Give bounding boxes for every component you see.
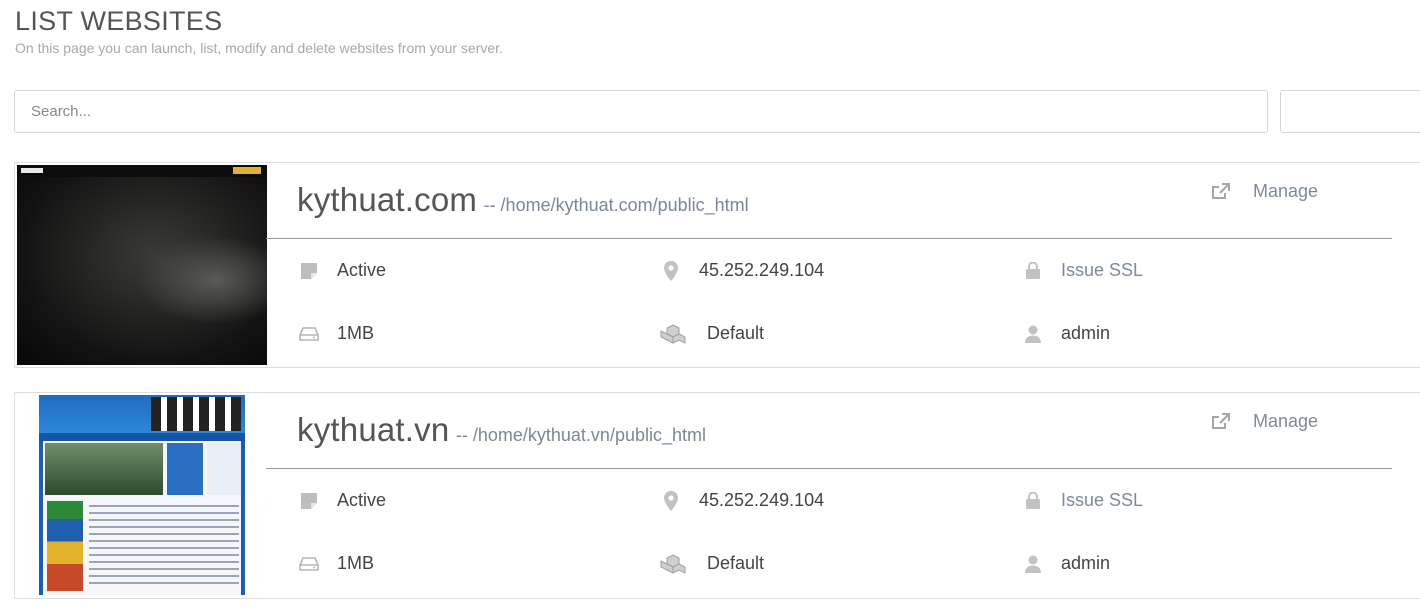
sticky-note-icon bbox=[295, 262, 323, 280]
website-title: kythuat.com -- /home/kythuat.com/public_… bbox=[297, 181, 749, 219]
website-card: kythuat.com -- /home/kythuat.com/public_… bbox=[14, 162, 1420, 368]
manage-label: Manage bbox=[1253, 181, 1319, 201]
map-marker-icon bbox=[657, 490, 685, 511]
website-ip: 45.252.249.104 bbox=[657, 490, 824, 511]
page-title: LIST WEBSITES bbox=[15, 6, 223, 36]
issue-ssl-label: Issue SSL bbox=[1061, 260, 1144, 280]
website-card: kythuat.vn -- /home/kythuat.vn/public_ht… bbox=[14, 392, 1420, 599]
state-value: Active bbox=[337, 260, 387, 280]
website-ip: 45.252.249.104 bbox=[657, 260, 824, 281]
website-state: Active bbox=[295, 260, 386, 281]
disk-value: 1MB bbox=[337, 323, 375, 343]
divider bbox=[266, 238, 1392, 239]
cubes-icon bbox=[657, 323, 689, 344]
website-owner: admin bbox=[1019, 323, 1110, 344]
ip-value: 45.252.249.104 bbox=[699, 490, 825, 510]
issue-ssl-label: Issue SSL bbox=[1061, 490, 1144, 510]
filter-select[interactable] bbox=[1280, 90, 1420, 133]
owner-value: admin bbox=[1061, 323, 1111, 343]
manage-button[interactable]: Manage bbox=[1211, 411, 1318, 432]
website-disk: 1MB bbox=[295, 323, 374, 344]
website-owner: admin bbox=[1019, 553, 1110, 574]
website-package: Default bbox=[657, 553, 764, 574]
website-title: kythuat.vn -- /home/kythuat.vn/public_ht… bbox=[297, 411, 706, 449]
manage-button[interactable]: Manage bbox=[1211, 181, 1318, 202]
website-thumbnail bbox=[17, 395, 267, 595]
package-value: Default bbox=[707, 323, 765, 343]
issue-ssl-link[interactable]: Issue SSL bbox=[1019, 490, 1143, 511]
hard-drive-icon bbox=[295, 556, 323, 571]
user-icon bbox=[1019, 555, 1047, 573]
hard-drive-icon bbox=[295, 326, 323, 341]
website-path: -- /home/kythuat.com/public_html bbox=[483, 195, 749, 215]
map-marker-icon bbox=[657, 260, 685, 281]
external-link-icon bbox=[1211, 412, 1231, 431]
lock-icon bbox=[1019, 262, 1047, 279]
ip-value: 45.252.249.104 bbox=[699, 260, 825, 280]
cubes-icon bbox=[657, 553, 689, 574]
state-value: Active bbox=[337, 490, 387, 510]
user-icon bbox=[1019, 325, 1047, 343]
website-disk: 1MB bbox=[295, 553, 374, 574]
website-path: -- /home/kythuat.vn/public_html bbox=[455, 425, 706, 445]
website-state: Active bbox=[295, 490, 386, 511]
page-subtitle: On this page you can launch, list, modif… bbox=[15, 40, 503, 56]
issue-ssl-link[interactable]: Issue SSL bbox=[1019, 260, 1143, 281]
manage-label: Manage bbox=[1253, 411, 1319, 431]
external-link-icon bbox=[1211, 182, 1231, 201]
disk-value: 1MB bbox=[337, 553, 375, 573]
divider bbox=[266, 468, 1392, 469]
website-domain: kythuat.com bbox=[297, 181, 478, 218]
search-input[interactable] bbox=[14, 90, 1268, 133]
lock-icon bbox=[1019, 492, 1047, 509]
website-domain: kythuat.vn bbox=[297, 411, 450, 448]
package-value: Default bbox=[707, 553, 765, 573]
website-thumbnail bbox=[17, 165, 267, 365]
sticky-note-icon bbox=[295, 492, 323, 510]
owner-value: admin bbox=[1061, 553, 1111, 573]
website-package: Default bbox=[657, 323, 764, 344]
